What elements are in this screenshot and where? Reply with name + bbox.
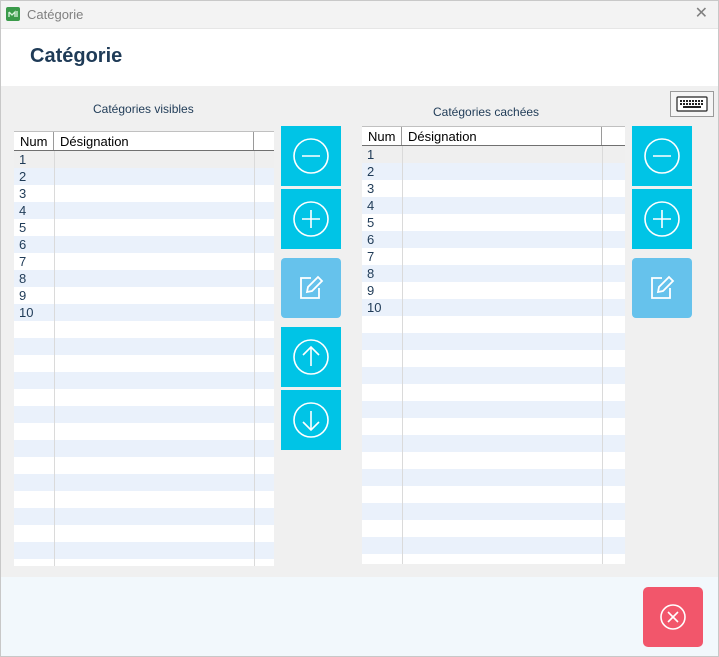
row-num: 7 bbox=[367, 249, 375, 264]
table-row[interactable] bbox=[14, 542, 274, 559]
title-bar: Catégorie ✕ bbox=[1, 1, 718, 29]
row-num: 8 bbox=[367, 266, 375, 281]
table-row[interactable]: 3 bbox=[14, 185, 274, 202]
row-num: 9 bbox=[367, 283, 375, 298]
table-row[interactable]: 1 bbox=[14, 151, 274, 168]
column-separator[interactable] bbox=[253, 132, 254, 150]
table-header: Num Désignation bbox=[14, 131, 274, 151]
row-num: 1 bbox=[19, 152, 27, 167]
row-num: 3 bbox=[19, 186, 27, 201]
close-icon[interactable]: ✕ bbox=[695, 5, 708, 23]
close-circle-icon bbox=[660, 604, 686, 630]
table-row[interactable] bbox=[14, 474, 274, 491]
table-row[interactable]: 7 bbox=[14, 253, 274, 270]
table-row[interactable] bbox=[14, 389, 274, 406]
row-num: 8 bbox=[19, 271, 27, 286]
column-divider bbox=[402, 146, 403, 564]
table-row[interactable] bbox=[14, 525, 274, 542]
row-num: 4 bbox=[367, 198, 375, 213]
visible-panel-title: Catégories visibles bbox=[93, 102, 194, 116]
table-row[interactable] bbox=[14, 423, 274, 440]
cancel-button[interactable] bbox=[643, 587, 703, 647]
row-num: 3 bbox=[367, 181, 375, 196]
row-num: 5 bbox=[367, 215, 375, 230]
add-hidden-button[interactable] bbox=[632, 189, 692, 249]
row-num: 5 bbox=[19, 220, 27, 235]
footer-bar bbox=[1, 577, 718, 656]
table-row[interactable] bbox=[14, 321, 274, 338]
edit-visible-button[interactable] bbox=[281, 258, 341, 318]
column-separator[interactable] bbox=[401, 127, 402, 145]
edit-icon bbox=[651, 275, 675, 299]
edit-icon bbox=[300, 275, 324, 299]
table-row[interactable] bbox=[14, 559, 274, 566]
table-row[interactable] bbox=[14, 457, 274, 474]
remove-hidden-button[interactable] bbox=[632, 126, 692, 186]
column-separator[interactable] bbox=[53, 132, 54, 150]
move-down-button[interactable] bbox=[281, 390, 341, 450]
edit-hidden-button[interactable] bbox=[632, 258, 692, 318]
table-row[interactable] bbox=[14, 372, 274, 389]
table-row[interactable]: 4 bbox=[14, 202, 274, 219]
row-num: 1 bbox=[367, 147, 375, 162]
plus-circle-icon bbox=[644, 201, 680, 237]
table-row[interactable] bbox=[14, 338, 274, 355]
arrow-down-circle-icon bbox=[293, 402, 329, 438]
row-num: 10 bbox=[367, 300, 382, 315]
column-separator[interactable] bbox=[601, 127, 602, 145]
table-row[interactable]: 2 bbox=[14, 168, 274, 185]
row-num: 6 bbox=[19, 237, 27, 252]
keyboard-icon[interactable] bbox=[670, 91, 714, 117]
minus-circle-icon bbox=[293, 138, 329, 174]
row-num: 6 bbox=[367, 232, 375, 247]
table-row[interactable] bbox=[14, 440, 274, 457]
table-row[interactable] bbox=[14, 355, 274, 372]
column-divider bbox=[602, 146, 603, 564]
table-row[interactable]: 8 bbox=[14, 270, 274, 287]
page-title: Catégorie bbox=[30, 45, 123, 67]
column-header-designation[interactable]: Désignation bbox=[60, 134, 129, 149]
table-header: Num Désignation bbox=[362, 126, 625, 146]
row-num: 7 bbox=[19, 254, 27, 269]
column-header-num[interactable]: Num bbox=[20, 134, 47, 149]
table-row[interactable] bbox=[14, 508, 274, 525]
column-header-num[interactable]: Num bbox=[368, 129, 395, 144]
row-num: 4 bbox=[19, 203, 27, 218]
row-num: 2 bbox=[19, 169, 27, 184]
dialog-window: Catégorie ✕ Catégorie Catégories visible… bbox=[0, 0, 719, 657]
row-num: 2 bbox=[367, 164, 375, 179]
plus-circle-icon bbox=[293, 201, 329, 237]
row-num: 9 bbox=[19, 288, 27, 303]
table-row[interactable]: 6 bbox=[14, 236, 274, 253]
app-icon bbox=[6, 7, 20, 21]
page-header: Catégorie bbox=[1, 29, 718, 86]
row-num: 10 bbox=[19, 305, 34, 320]
remove-visible-button[interactable] bbox=[281, 126, 341, 186]
window-title: Catégorie bbox=[27, 7, 84, 22]
arrow-up-circle-icon bbox=[293, 339, 329, 375]
add-visible-button[interactable] bbox=[281, 189, 341, 249]
hidden-panel-title: Catégories cachées bbox=[433, 105, 540, 119]
move-up-button[interactable] bbox=[281, 327, 341, 387]
hidden-categories-table[interactable]: 10 9 8 7 6 5 4 3 2 1 Num Désignation bbox=[362, 126, 625, 564]
table-row[interactable] bbox=[14, 406, 274, 423]
table-row[interactable]: 9 bbox=[14, 287, 274, 304]
visible-categories-table[interactable]: 10 9 8 7 6 5 4 3 2 1 Num Désignation bbox=[14, 131, 274, 566]
table-row[interactable]: 10 bbox=[14, 304, 274, 321]
minus-circle-icon bbox=[644, 138, 680, 174]
column-divider bbox=[254, 151, 255, 566]
column-header-designation[interactable]: Désignation bbox=[408, 129, 477, 144]
table-row[interactable] bbox=[14, 491, 274, 508]
table-row[interactable]: 5 bbox=[14, 219, 274, 236]
column-divider bbox=[54, 151, 55, 566]
